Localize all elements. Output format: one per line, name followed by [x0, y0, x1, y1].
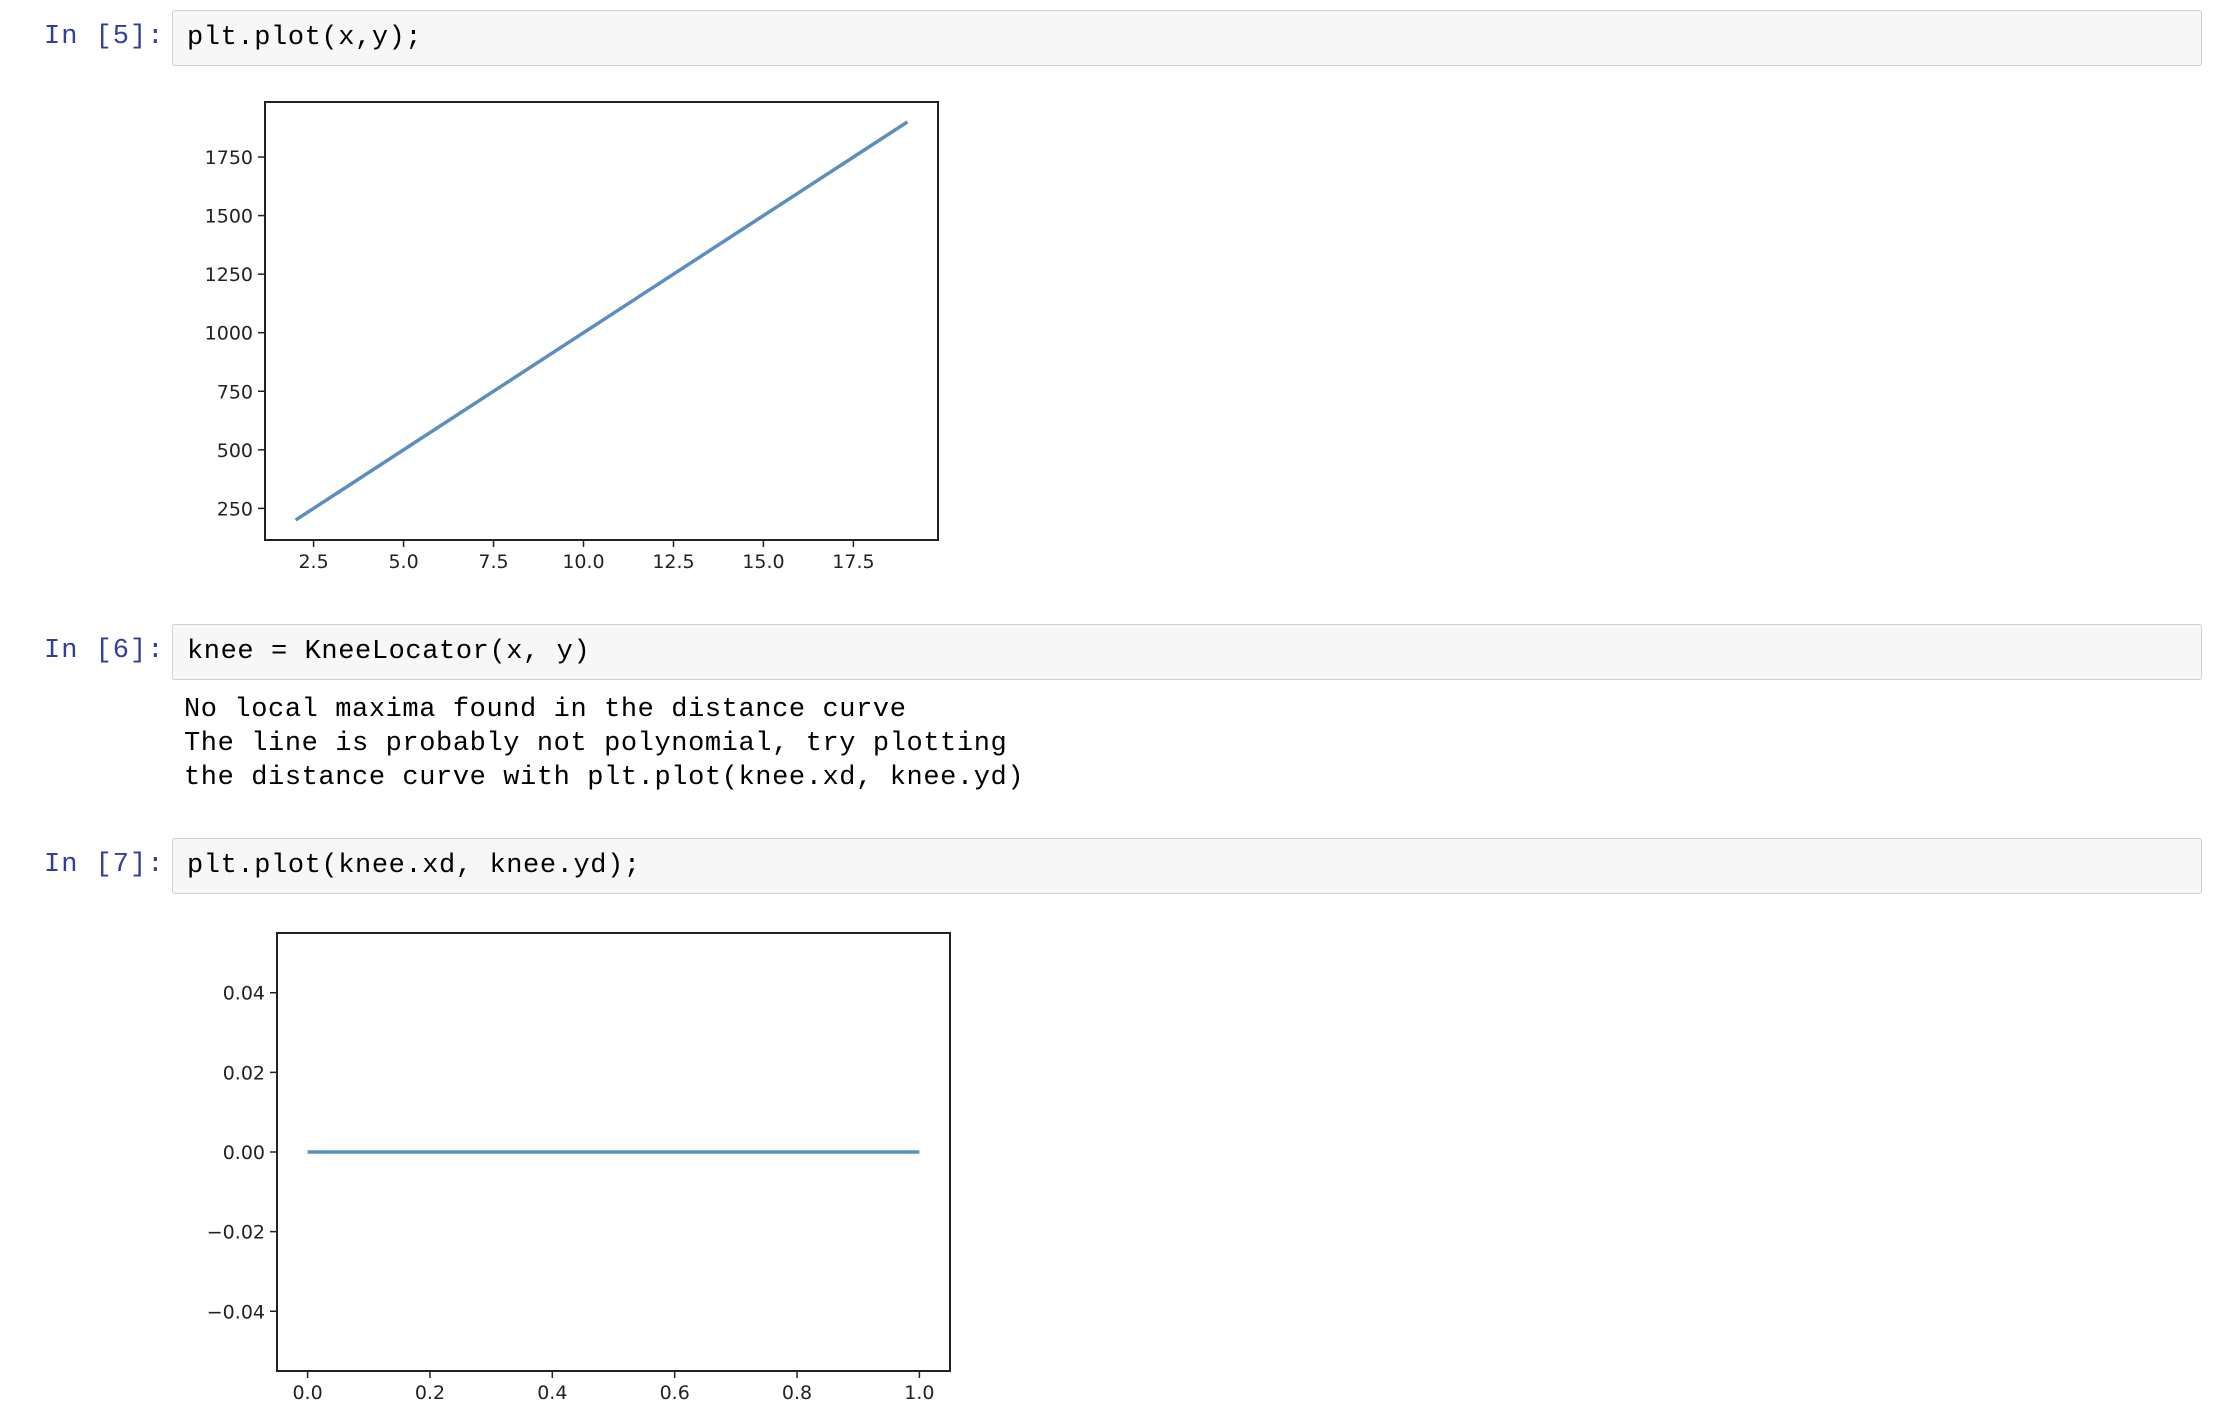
line-chart: 0.0 0.2 0.4 0.6 0.8 1.0 −0.04 −0.02 0.00 0.02 0.04: [207, 932, 951, 1404]
x-tick-label: 1.0: [904, 1382, 934, 1404]
y-tick-label: 0.02: [223, 1062, 265, 1084]
x-tick-label: 0.8: [782, 1382, 812, 1404]
y-tick-label: 0.04: [223, 983, 265, 1005]
x-tick-label: 0.2: [415, 1382, 445, 1404]
y-tick-label: −0.02: [207, 1222, 265, 1244]
x-tick-label: 0.0: [292, 1382, 322, 1404]
y-tick-label: 0.00: [223, 1142, 265, 1164]
x-tick-label: 0.6: [660, 1382, 690, 1404]
x-tick-label: 0.4: [537, 1382, 567, 1404]
y-tick-label: −0.04: [207, 1301, 265, 1323]
